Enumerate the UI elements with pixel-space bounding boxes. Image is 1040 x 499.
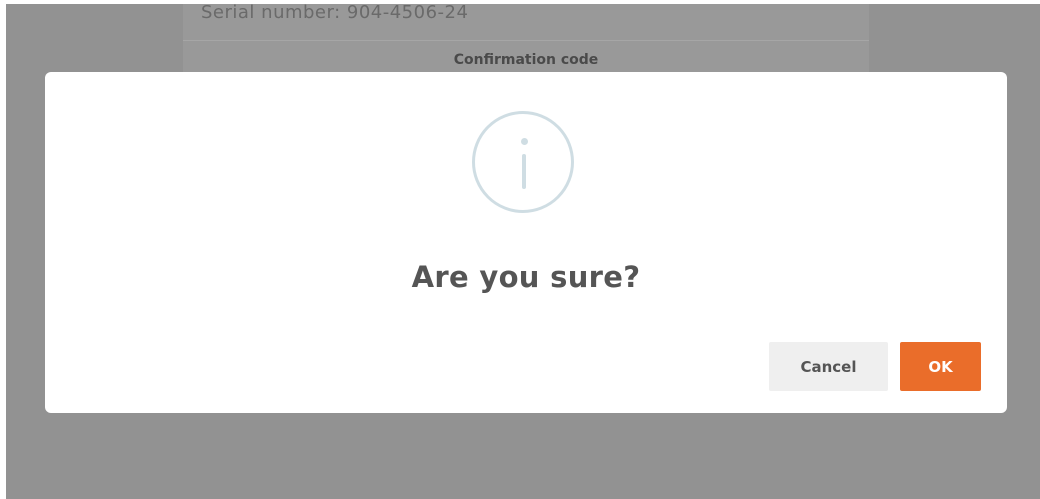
info-icon — [472, 111, 574, 213]
info-icon-dot — [521, 138, 528, 145]
dialog-title: Are you sure? — [411, 260, 641, 294]
serial-number-text: Serial number: 904-4506-24 — [201, 4, 469, 23]
cancel-button[interactable]: Cancel — [769, 342, 888, 391]
divider — [183, 40, 869, 41]
info-icon-bar — [522, 154, 526, 189]
screen-overlay: Serial number: 904-4506-24 Confirmation … — [6, 4, 1040, 499]
confirm-dialog: Are you sure? Cancel OK — [45, 72, 1007, 413]
ok-button[interactable]: OK — [900, 342, 981, 391]
confirmation-code-label: Confirmation code — [453, 52, 599, 68]
